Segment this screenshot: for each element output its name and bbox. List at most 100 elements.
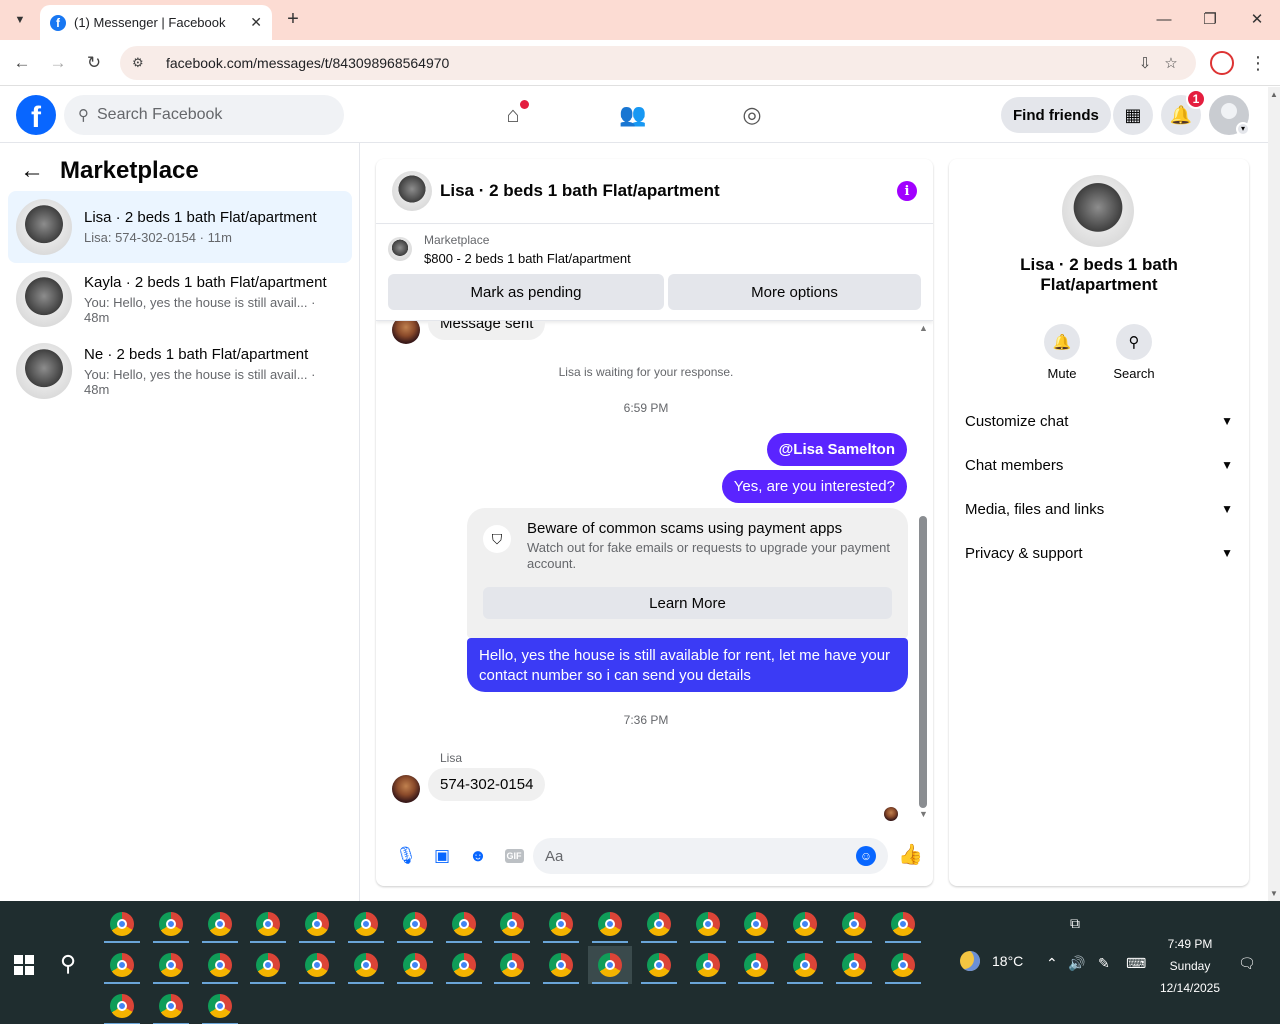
privacy-support-section[interactable]: Privacy & support ▼ [957,531,1241,575]
media-files-links-section[interactable]: Media, files and links ▼ [957,487,1241,531]
taskbar-browser-app-icon[interactable] [881,905,925,943]
browser-menu-icon[interactable]: ⋮ [1248,51,1268,75]
facebook-logo-icon[interactable]: f [16,95,56,135]
taskbar-browser-app-icon[interactable] [295,905,339,943]
facebook-search-input[interactable] [97,106,317,124]
thumbs-up-icon[interactable]: 👍 [898,842,923,867]
pen-icon[interactable]: ✎ [1098,955,1110,972]
search-action[interactable]: ⚲ Search [1104,324,1164,381]
page-scrollbar[interactable]: ▲ ▼ [1268,87,1280,901]
groups-icon[interactable]: ◎ [736,99,768,131]
taskbar-browser-app-icon[interactable] [490,946,534,984]
meet-now-icon[interactable]: ⧉ [1070,915,1080,932]
browser-profile-icon[interactable] [1210,51,1234,75]
emoji-icon[interactable]: ☺ [856,846,876,866]
chat-members-section[interactable]: Chat members ▼ [957,443,1241,487]
close-tab-icon[interactable]: ✕ [250,14,262,31]
back-arrow-icon[interactable]: ← [20,157,44,185]
restore-icon[interactable]: ❐ [1198,8,1222,32]
taskbar-browser-app-icon[interactable] [539,905,583,943]
taskbar-browser-app-icon[interactable] [295,946,339,984]
friends-icon[interactable]: 👥 [617,99,649,131]
browser-tab-messenger[interactable]: f (1) Messenger | Facebook ✕ [40,5,272,40]
taskbar-browser-app-icon[interactable] [198,946,242,984]
site-settings-icon[interactable]: ⚙ [132,55,150,71]
mark-as-pending-button[interactable]: Mark as pending [388,274,664,310]
taskbar-browser-app-icon[interactable] [100,946,144,984]
learn-more-button[interactable]: Learn More [483,587,892,619]
taskbar-browser-app-icon[interactable] [783,905,827,943]
details-name[interactable]: Lisa · 2 beds 1 bath Flat/apartment [979,255,1219,295]
chat-title[interactable]: Lisa · 2 beds 1 bath Flat/apartment [440,181,897,201]
taskbar-browser-app-icon[interactable] [686,946,730,984]
taskbar-browser-app-icon[interactable] [100,905,144,943]
reload-icon[interactable]: ↻ [82,51,106,75]
notification-center-icon[interactable]: 🗨 [1238,955,1256,972]
scroll-down-icon[interactable]: ▼ [919,809,928,819]
info-icon[interactable]: i [897,181,917,201]
windows-start-icon[interactable] [14,955,34,975]
scrollbar-thumb[interactable] [919,516,927,808]
conversation-item-lisa[interactable]: Lisa · 2 beds 1 bath Flat/apartment Lisa… [8,191,352,263]
photo-icon[interactable]: ▣ [424,838,460,874]
taskbar-browser-app-icon[interactable] [198,905,242,943]
weather-widget[interactable]: 18°C [960,951,1023,971]
taskbar-browser-app-icon[interactable] [246,905,290,943]
facebook-search[interactable]: ⚲ [64,95,344,135]
volume-icon[interactable]: 🔊 [1068,955,1085,972]
scroll-down-icon[interactable]: ▼ [1270,889,1278,898]
taskbar-clock[interactable]: 7:49 PM Sunday 12/14/2025 [1150,933,1230,999]
taskbar-browser-app-icon[interactable] [881,946,925,984]
taskbar-browser-app-icon[interactable] [149,946,193,984]
minimize-icon[interactable]: — [1152,8,1176,32]
details-listing-thumbnail[interactable] [1062,175,1134,247]
taskbar-browser-app-icon[interactable] [588,946,632,984]
tab-list-chevron-icon[interactable]: ▼ [8,8,32,32]
taskbar-browser-app-icon[interactable] [246,946,290,984]
taskbar-browser-app-icon[interactable] [344,946,388,984]
taskbar-browser-app-icon[interactable] [637,905,681,943]
conversation-item-kayla[interactable]: Kayla · 2 beds 1 bath Flat/apartment You… [8,263,352,335]
scroll-up-icon[interactable]: ▲ [1270,90,1278,99]
message-input[interactable] [545,847,856,865]
taskbar-browser-app-icon[interactable] [393,946,437,984]
new-tab-plus-icon[interactable]: + [282,8,304,30]
sticker-icon[interactable]: ☻ [460,838,496,874]
more-options-button[interactable]: More options [668,274,921,310]
taskbar-browser-app-icon[interactable] [393,905,437,943]
taskbar-browser-app-icon[interactable] [100,987,144,1024]
taskbar-browser-app-icon[interactable] [734,905,778,943]
chat-listing-thumbnail[interactable] [392,171,432,211]
conversation-item-ne[interactable]: Ne · 2 beds 1 bath Flat/apartment You: H… [8,335,352,407]
outgoing-mention-message[interactable]: @Lisa Samelton [766,433,907,466]
url-text[interactable]: facebook.com/messages/t/843098968564970 [166,55,1132,71]
taskbar-browser-app-icon[interactable] [686,905,730,943]
keyboard-icon[interactable]: ⌨ [1126,955,1146,972]
taskbar-browser-app-icon[interactable] [149,987,193,1024]
chat-scrollbar[interactable]: ▲ ▼ [916,323,931,823]
gif-icon[interactable]: GIF [496,838,532,874]
microphone-icon[interactable]: 🎙 [388,838,424,874]
taskbar-browser-app-icon[interactable] [637,946,681,984]
find-friends-button[interactable]: Find friends [1001,97,1111,133]
address-bar[interactable]: ⚙ facebook.com/messages/t/84309896856497… [120,46,1196,80]
search-icon[interactable]: ⚲ [1116,324,1152,360]
listing-price[interactable]: $800 - 2 beds 1 bath Flat/apartment [424,251,631,266]
taskbar-browser-app-icon[interactable] [588,905,632,943]
show-hidden-icons-chevron-icon[interactable]: ⌃ [1046,955,1058,972]
scroll-up-icon[interactable]: ▲ [919,323,928,333]
taskbar-browser-app-icon[interactable] [442,946,486,984]
taskbar-browser-app-icon[interactable] [490,905,534,943]
customize-chat-section[interactable]: Customize chat ▼ [957,399,1241,443]
taskbar-browser-app-icon[interactable] [783,946,827,984]
forward-arrow-icon[interactable]: → [46,51,70,75]
taskbar-search-icon[interactable]: ⚲ [60,951,76,977]
back-arrow-icon[interactable]: ← [10,51,34,75]
account-chevron-icon[interactable]: ▾ [1236,122,1250,136]
install-app-icon[interactable]: ⇩ [1132,54,1158,72]
taskbar-browser-app-icon[interactable] [539,946,583,984]
mute-action[interactable]: 🔔 Mute [1032,324,1092,381]
taskbar-browser-app-icon[interactable] [442,905,486,943]
taskbar-browser-app-icon[interactable] [832,905,876,943]
close-window-icon[interactable]: ✕ [1245,8,1269,32]
